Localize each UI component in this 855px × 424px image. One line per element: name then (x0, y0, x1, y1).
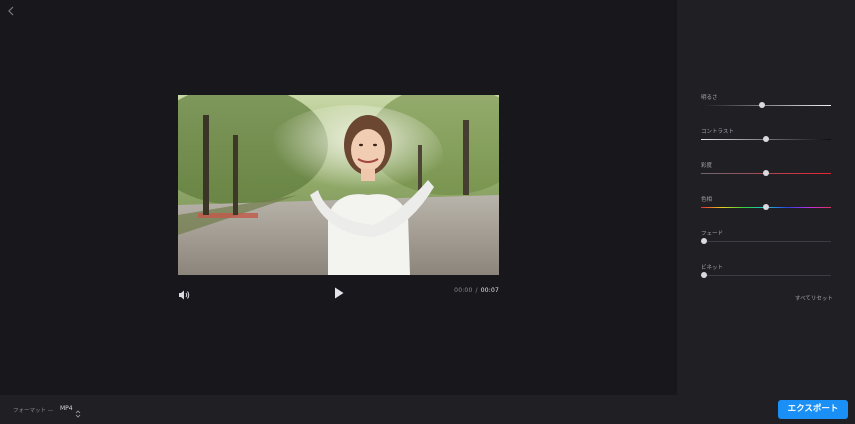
video-preview (178, 95, 499, 275)
slider-contrast-handle[interactable] (763, 136, 769, 142)
adjustments-panel: 明るさコントラスト 彩度色相フェードビネット すべてリセット (677, 0, 855, 395)
slider-hue-handle[interactable] (763, 204, 769, 210)
volume-icon[interactable] (178, 286, 190, 300)
player-controls: 00:00/00:07 (178, 284, 499, 300)
slider-saturation: 彩度 (701, 161, 831, 185)
updown-chevron-icon[interactable] (75, 404, 81, 418)
slider-fade-label: フェード (701, 231, 724, 237)
time-separator: / (475, 287, 478, 294)
slider-vignette-handle[interactable] (701, 272, 707, 278)
chevron-left-icon[interactable] (6, 4, 18, 18)
slider-brightness: 明るさ (701, 93, 831, 117)
preview-area: 00:00/00:07 (0, 0, 677, 395)
time-display: 00:00/00:07 (454, 287, 499, 294)
slider-fade: フェード (701, 229, 831, 253)
reset-all-button[interactable]: すべてリセット (795, 294, 833, 302)
slider-vignette-track[interactable] (701, 275, 831, 276)
format-label: フォーマット — (13, 408, 54, 414)
slider-vignette: ビネット (701, 263, 831, 287)
slider-contrast-label: コントラスト (701, 129, 734, 135)
slider-contrast: コントラスト (701, 127, 831, 151)
slider-vignette-label: ビネット (701, 265, 724, 271)
slider-fade-handle[interactable] (701, 238, 707, 244)
slider-brightness-label: 明るさ (701, 95, 718, 101)
format-select[interactable]: MP4 (60, 405, 73, 412)
slider-brightness-track[interactable] (701, 105, 831, 106)
slider-saturation-handle[interactable] (763, 170, 769, 176)
total-time: 00:07 (480, 287, 499, 294)
footer-bar: フォーマット — MP4 エクスポート (0, 395, 855, 424)
slider-brightness-handle[interactable] (759, 102, 766, 108)
slider-saturation-label: 彩度 (701, 163, 713, 169)
slider-hue: 色相 (701, 195, 831, 219)
play-icon[interactable] (333, 285, 345, 299)
export-button[interactable]: エクスポート (778, 400, 848, 419)
slider-hue-label: 色相 (701, 197, 713, 203)
current-time: 00:00 (454, 287, 473, 294)
slider-fade-track[interactable] (701, 241, 831, 242)
